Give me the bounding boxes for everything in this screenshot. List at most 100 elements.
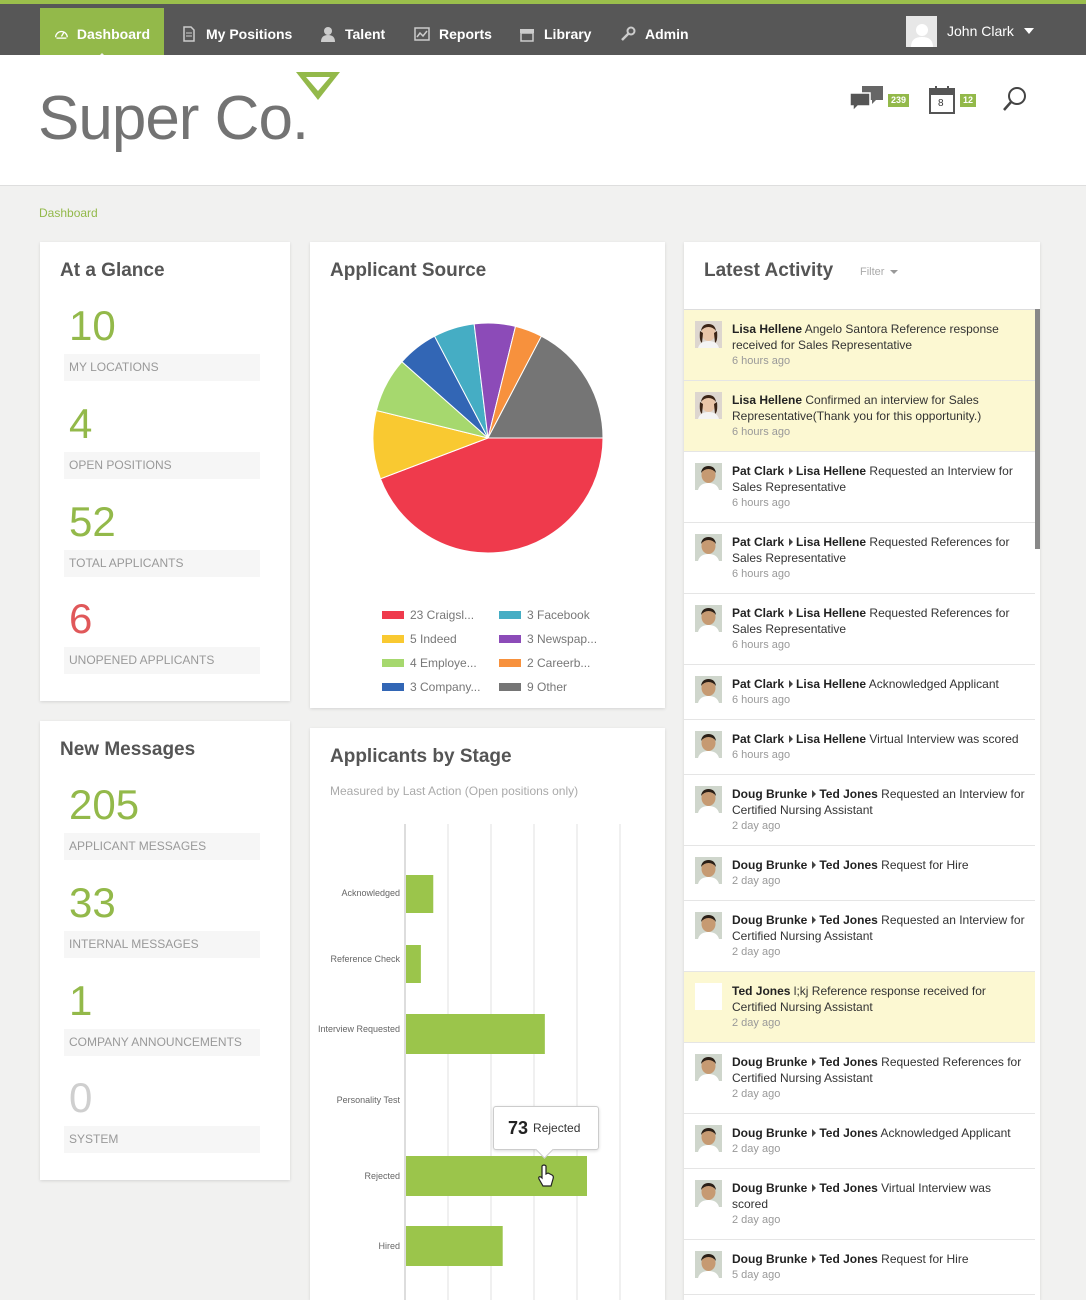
- activity-actor[interactable]: Doug Brunke: [732, 913, 807, 927]
- chevron-down-icon: [1023, 28, 1034, 34]
- arrow-right-icon: [789, 680, 794, 688]
- nav-my-positions[interactable]: My Positions: [166, 8, 306, 59]
- activity-actor[interactable]: Pat Clark: [732, 464, 784, 478]
- search-icon[interactable]: [1001, 85, 1029, 113]
- activity-item[interactable]: Doug BrunkeTed Jones Requested an Interv…: [684, 1295, 1035, 1300]
- legend-item[interactable]: 3 Facebook: [499, 608, 590, 622]
- filter-dropdown[interactable]: Filter: [860, 266, 899, 278]
- activity-text: Request for Hire: [877, 858, 969, 872]
- nav-library[interactable]: Library: [504, 8, 605, 59]
- chart-icon: [414, 26, 430, 41]
- stat-applicant-messages[interactable]: 205 Applicant Messages: [64, 783, 260, 860]
- legend-swatch: [499, 611, 521, 619]
- activity-target[interactable]: Lisa Hellene: [796, 535, 866, 549]
- messages-icon[interactable]: [848, 85, 886, 115]
- activity-target[interactable]: Ted Jones: [819, 787, 877, 801]
- breadcrumb[interactable]: Dashboard: [39, 206, 98, 220]
- activity-actor[interactable]: Doug Brunke: [732, 787, 807, 801]
- activity-target[interactable]: Ted Jones: [819, 1055, 877, 1069]
- nav-admin[interactable]: Admin: [605, 8, 703, 59]
- legend-item[interactable]: 4 Employe...: [382, 656, 477, 670]
- nav-label: Reports: [439, 25, 492, 42]
- activity-item[interactable]: Doug Brunke Ted Jones Virtual Interview w…: [684, 1169, 1035, 1240]
- user-menu[interactable]: John Clark: [906, 14, 1034, 48]
- legend-item[interactable]: 23 Craigsl...: [382, 608, 474, 622]
- activity-item[interactable]: Pat Clark Lisa Hellene Requested an Inter…: [684, 452, 1035, 523]
- activity-actor[interactable]: Pat Clark: [732, 606, 784, 620]
- stat-total-applicants[interactable]: 52 Total Applicants: [64, 500, 260, 577]
- stat-company-announcements[interactable]: 1 Company Announcements: [64, 979, 260, 1056]
- legend-label: 3 Company...: [410, 680, 481, 694]
- nav-dashboard[interactable]: Dashboard: [40, 8, 164, 59]
- activity-item[interactable]: Doug Brunke Ted Jones Requested Reference…: [684, 1043, 1035, 1114]
- activity-target[interactable]: Ted Jones: [819, 1126, 877, 1140]
- activity-item[interactable]: Pat Clark Lisa Hellene Virtual Interview …: [684, 720, 1035, 775]
- activity-actor[interactable]: Doug Brunke: [732, 1126, 807, 1140]
- stat-unopened-applicants[interactable]: 6 Unopened Applicants: [64, 597, 260, 674]
- activity-target[interactable]: Lisa Hellene: [796, 464, 866, 478]
- activity-actor[interactable]: Lisa Hellene: [732, 393, 802, 407]
- legend-swatch: [499, 659, 521, 667]
- chevron-down-icon: [890, 270, 899, 274]
- nav-reports[interactable]: Reports: [399, 8, 506, 59]
- activity-item[interactable]: Pat Clark Lisa Hellene Acknowledged Appli…: [684, 665, 1035, 720]
- applicants-by-stage-bar-chart: [404, 824, 621, 1300]
- nav-label: My Positions: [206, 25, 293, 42]
- activity-item[interactable]: Doug Brunke Ted Jones Request for Hire 2 d…: [684, 846, 1035, 901]
- avatar: [695, 1054, 722, 1081]
- activity-item[interactable]: Doug BrunkeTed Jones Requested an Interv…: [684, 775, 1035, 846]
- stat-label: System: [64, 1126, 260, 1153]
- activity-item[interactable]: Doug Brunke Ted Jones Request for Hire 5 d…: [684, 1240, 1035, 1295]
- bar-reference-check[interactable]: [406, 945, 421, 983]
- activity-target[interactable]: Ted Jones: [819, 858, 877, 872]
- stat-value: 4: [69, 400, 93, 447]
- activity-actor[interactable]: Doug Brunke: [732, 1055, 807, 1069]
- stat-my-locations[interactable]: 10 My Locations: [64, 304, 260, 381]
- bar-acknowledged[interactable]: [406, 875, 434, 913]
- activity-actor[interactable]: Ted Jones: [732, 984, 790, 998]
- legend-swatch: [382, 611, 404, 619]
- activity-actor[interactable]: Doug Brunke: [732, 858, 807, 872]
- stat-value: 33: [69, 879, 116, 926]
- activity-actor[interactable]: Pat Clark: [732, 535, 784, 549]
- activity-actor[interactable]: Doug Brunke: [732, 1252, 807, 1266]
- nav-label: Dashboard: [76, 25, 150, 42]
- stat-label: Total Applicants: [64, 550, 260, 577]
- bar-rejected[interactable]: [406, 1156, 587, 1196]
- legend-item[interactable]: 2 Careerb...: [499, 656, 590, 670]
- activity-actor[interactable]: Pat Clark: [732, 732, 784, 746]
- company-logo[interactable]: Super Co.: [38, 83, 309, 154]
- activity-item[interactable]: Lisa Hellene Angelo Santora Reference re…: [684, 310, 1035, 381]
- activity-actor[interactable]: Pat Clark: [732, 677, 784, 691]
- applicant-source-panel: Applicant Source 23 Craigsl... 3 Faceboo…: [310, 242, 665, 708]
- activity-item[interactable]: Pat Clark Lisa Hellene Requested Referenc…: [684, 594, 1035, 665]
- legend-item[interactable]: 9 Other: [499, 680, 567, 694]
- legend-label: 3 Newspap...: [527, 632, 598, 646]
- activity-target[interactable]: Ted Jones: [819, 1181, 877, 1195]
- scrollbar[interactable]: [1035, 309, 1040, 549]
- stat-internal-messages[interactable]: 33 Internal Messages: [64, 881, 260, 958]
- activity-text: Request for Hire: [877, 1252, 969, 1266]
- activity-actor[interactable]: Doug Brunke: [732, 1181, 807, 1195]
- activity-target[interactable]: Ted Jones: [819, 913, 877, 927]
- legend-item[interactable]: 3 Newspap...: [499, 632, 597, 646]
- activity-actor[interactable]: Lisa Hellene: [732, 322, 802, 336]
- activity-item[interactable]: Ted Jones l;kj Reference response receiv…: [684, 972, 1035, 1043]
- activity-time: 6 hours ago: [732, 426, 791, 438]
- activity-item[interactable]: Lisa Hellene Confirmed an interview for …: [684, 381, 1035, 452]
- bar-interview-requested[interactable]: [406, 1014, 545, 1054]
- activity-item[interactable]: Doug BrunkeTed Jones Requested an Interv…: [684, 901, 1035, 972]
- stat-system[interactable]: 0 System: [64, 1076, 260, 1153]
- activity-target[interactable]: Lisa Hellene: [796, 732, 866, 746]
- activity-target[interactable]: Ted Jones: [819, 1252, 877, 1266]
- activity-target[interactable]: Lisa Hellene: [796, 677, 866, 691]
- bar-hired[interactable]: [406, 1226, 503, 1266]
- stat-open-positions[interactable]: 4 Open Positions: [64, 402, 260, 479]
- legend-item[interactable]: 5 Indeed: [382, 632, 457, 646]
- activity-target[interactable]: Lisa Hellene: [796, 606, 866, 620]
- legend-item[interactable]: 3 Company...: [382, 680, 480, 694]
- nav-talent[interactable]: Talent: [305, 8, 399, 59]
- activity-item[interactable]: Doug Brunke Ted Jones Acknowledged Applic…: [684, 1114, 1035, 1169]
- activity-item[interactable]: Pat Clark Lisa Hellene Requested Referenc…: [684, 523, 1035, 594]
- activity-time: 2 day ago: [732, 1017, 781, 1029]
